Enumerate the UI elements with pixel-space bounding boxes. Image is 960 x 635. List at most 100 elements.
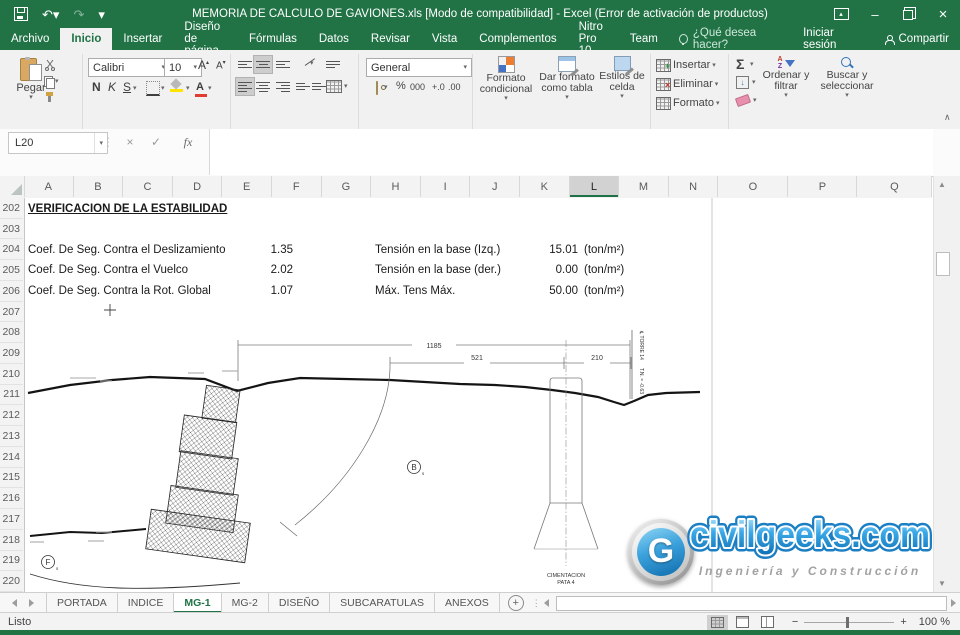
decrease-font-icon[interactable]: A▾ — [216, 59, 226, 71]
font-name-select[interactable]: Calibri▾ — [88, 58, 170, 77]
horizontal-scroll-thumb[interactable] — [556, 596, 947, 611]
column-header-L[interactable]: L — [570, 176, 620, 197]
align-left-icon[interactable] — [236, 78, 254, 95]
wrap-text-icon[interactable] — [324, 56, 342, 73]
bold-button[interactable]: N — [92, 80, 101, 94]
italic-button[interactable]: K — [108, 80, 116, 94]
font-color-icon[interactable]: A — [196, 81, 204, 93]
tab-archivo[interactable]: Archivo — [0, 28, 60, 50]
sheet-tab-mg-2[interactable]: MG-2 — [222, 593, 269, 613]
comma-style-icon[interactable]: 000 — [410, 82, 425, 92]
formula-input[interactable] — [209, 129, 933, 175]
sort-filter-button[interactable]: AZ Ordenar y filtrar▾ — [760, 56, 812, 99]
ribbon-tab-complementos[interactable]: Complementos — [468, 28, 567, 50]
column-header-J[interactable]: J — [470, 176, 520, 197]
copy-button[interactable]: ▾ — [44, 74, 62, 88]
vertical-scroll-thumb[interactable] — [936, 252, 950, 276]
prev-sheet-icon[interactable] — [12, 599, 17, 607]
save-icon[interactable] — [14, 7, 28, 21]
close-button[interactable]: × — [926, 0, 960, 28]
cancel-icon[interactable]: × — [120, 132, 140, 152]
delete-cells-button[interactable]: × Eliminar▾ — [656, 77, 720, 91]
minimize-button[interactable]: – — [858, 0, 892, 28]
accounting-format-icon[interactable] — [376, 81, 378, 95]
ribbon-tab-team[interactable]: Team — [619, 28, 669, 50]
autosum-icon[interactable]: Σ — [736, 57, 744, 71]
restore-button[interactable] — [892, 0, 926, 28]
conditional-formatting-button[interactable]: Formato condicional▾ — [478, 56, 534, 102]
ribbon-tab-fórmulas[interactable]: Fórmulas — [238, 28, 308, 50]
font-size-select[interactable]: 10▾ — [164, 58, 202, 77]
insert-function-icon[interactable]: fx — [176, 132, 200, 152]
scroll-down-icon[interactable]: ▼ — [938, 579, 946, 588]
sheet-tab-diseño[interactable]: DISEÑO — [269, 593, 330, 613]
column-header-A[interactable]: A — [24, 176, 74, 197]
enter-icon[interactable]: ✓ — [146, 132, 166, 152]
new-sheet-button[interactable]: + — [508, 595, 524, 611]
clear-icon[interactable] — [735, 94, 751, 107]
page-layout-view-icon[interactable] — [732, 614, 753, 630]
align-right-icon[interactable] — [274, 78, 292, 95]
column-header-F[interactable]: F — [272, 176, 322, 197]
format-cells-button[interactable]: Formato▾ — [656, 96, 720, 110]
collapse-ribbon-icon[interactable]: ∧ — [944, 112, 951, 123]
increase-decimal-icon[interactable]: +.0 — [432, 82, 445, 92]
hscroll-left-icon[interactable] — [544, 599, 549, 607]
sheet-tab-subcaratulas[interactable]: SUBCARATULAS — [330, 593, 435, 613]
column-header-E[interactable]: E — [222, 176, 272, 197]
column-header-D[interactable]: D — [173, 176, 223, 197]
scroll-up-icon[interactable]: ▲ — [938, 180, 946, 189]
find-select-button[interactable]: Buscar y seleccionar▾ — [816, 56, 878, 99]
zoom-out-icon[interactable]: − — [792, 616, 798, 628]
column-header-K[interactable]: K — [520, 176, 570, 197]
normal-view-icon[interactable] — [707, 615, 728, 630]
zoom-slider[interactable] — [804, 622, 894, 623]
underline-button[interactable]: S — [123, 80, 131, 94]
underline-dropdown[interactable]: ▾ — [133, 85, 137, 92]
ribbon-tab-diseño-de-página[interactable]: Diseño de página — [173, 28, 238, 50]
fill-icon[interactable]: ↓ — [736, 76, 749, 89]
number-format-select[interactable]: General▾ — [366, 58, 472, 77]
share-button[interactable]: Compartir — [874, 28, 960, 50]
decrease-decimal-icon[interactable]: .00 — [448, 82, 461, 92]
column-header-P[interactable]: P — [788, 176, 857, 197]
name-box[interactable]: L20▾ — [8, 132, 108, 154]
column-header-G[interactable]: G — [322, 176, 372, 197]
select-all-corner[interactable] — [0, 176, 25, 197]
align-top-icon[interactable] — [236, 56, 254, 73]
increase-font-icon[interactable]: A▴ — [198, 58, 209, 72]
customize-qat-icon[interactable]: ▾ — [98, 8, 105, 21]
column-header-M[interactable]: M — [619, 176, 669, 197]
sign-in-button[interactable]: Iniciar sesión — [792, 28, 873, 50]
ribbon-tab-datos[interactable]: Datos — [308, 28, 360, 50]
zoom-in-icon[interactable]: + — [900, 616, 906, 628]
column-header-Q[interactable]: Q — [857, 176, 932, 197]
format-painter-button[interactable] — [44, 90, 62, 104]
ribbon-display-options-icon[interactable]: ▴ — [824, 0, 858, 28]
ribbon-tab-nitro-pro-10[interactable]: Nitro Pro 10 — [568, 28, 619, 50]
hscroll-right-icon[interactable] — [951, 599, 956, 607]
borders-icon[interactable] — [146, 81, 160, 96]
column-header-O[interactable]: O — [718, 176, 788, 197]
undo-icon[interactable]: ↶▾ — [42, 8, 59, 21]
redo-icon[interactable]: ↷ — [73, 8, 84, 21]
align-center-icon[interactable] — [254, 78, 272, 95]
cell-styles-button[interactable]: Estilos de celda▾ — [598, 56, 646, 100]
align-middle-icon[interactable] — [254, 56, 272, 73]
sheet-grid[interactable]: 2022032042052062072082092102112122132142… — [0, 198, 960, 592]
sheet-tab-indice[interactable]: INDICE — [118, 593, 175, 613]
vertical-scrollbar[interactable]: ▲ ▼ — [933, 176, 951, 592]
format-as-table-button[interactable]: Dar formato como tabla▾ — [538, 56, 596, 101]
tab-split-handle[interactable]: ⋮ — [532, 598, 541, 609]
ribbon-tab-insertar[interactable]: Insertar — [112, 28, 173, 50]
column-header-B[interactable]: B — [74, 176, 124, 197]
column-header-C[interactable]: C — [123, 176, 173, 197]
column-header-N[interactable]: N — [669, 176, 719, 197]
sheet-tab-anexos[interactable]: ANEXOS — [435, 593, 500, 613]
page-break-view-icon[interactable] — [757, 614, 778, 630]
sheet-tab-mg-1[interactable]: MG-1 — [174, 593, 221, 613]
insert-cells-button[interactable]: + Insertar▾ — [656, 58, 720, 72]
tell-me-box[interactable]: ¿Qué desea hacer? — [669, 28, 792, 50]
column-header-I[interactable]: I — [421, 176, 471, 197]
merge-center-icon[interactable] — [326, 80, 342, 93]
